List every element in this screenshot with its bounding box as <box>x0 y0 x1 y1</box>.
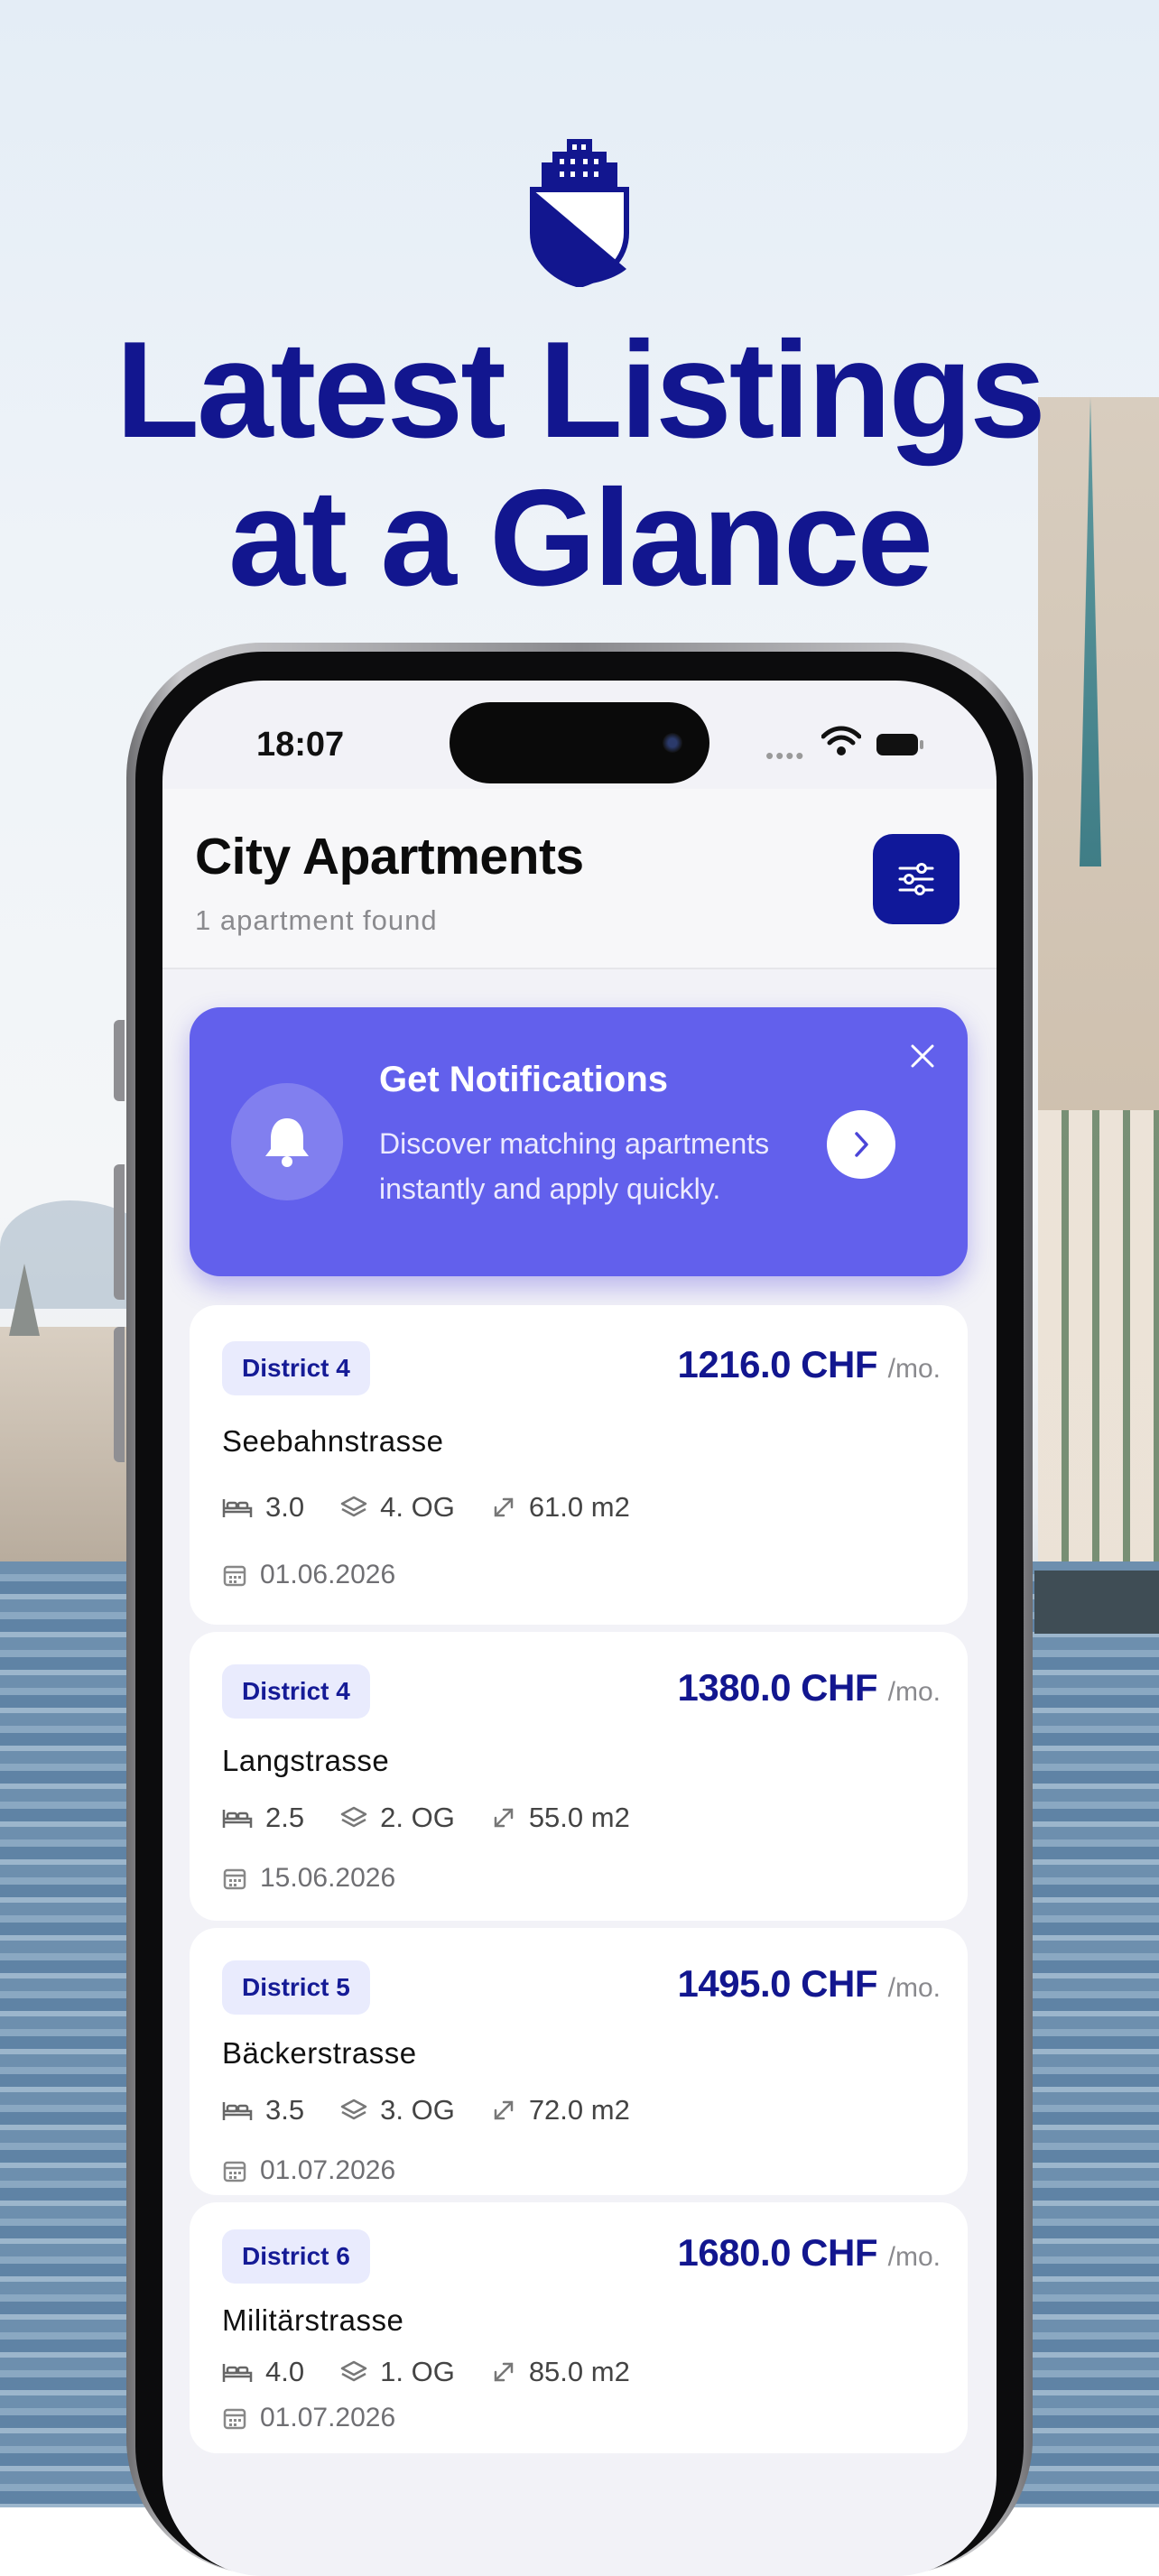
phone-screen: 18:07 •••• City Apartments 1 apartment f… <box>162 681 997 2576</box>
banner-title: Get Notifications <box>379 1060 669 1099</box>
listing-price: 1680.0 CHF <box>677 2231 878 2274</box>
district-badge: District 5 <box>222 1960 370 2015</box>
listing-date: 01.06.2026 <box>222 1560 395 1590</box>
expand-arrow-icon <box>494 2362 514 2382</box>
listing-price: 1380.0 CHF <box>677 1666 878 1709</box>
layers-icon <box>340 2360 367 2382</box>
calendar-icon <box>223 1565 246 1587</box>
headline-line-1: Latest Listings <box>116 313 1046 467</box>
listing-rooms: 3.5 <box>265 2094 305 2126</box>
listing-meta: 4.0 1. OG 85.0 m2 <box>222 2356 666 2388</box>
expand-arrow-icon <box>494 1808 514 1828</box>
listing-date-value: 01.07.2026 <box>260 2403 396 2432</box>
listing-area: 55.0 m2 <box>528 1802 630 1833</box>
listing-card[interactable]: District 4 1380.0 CHF /mo. Langstrasse 2… <box>190 1632 968 1921</box>
price-period: /mo. <box>887 2242 941 2272</box>
listing-card[interactable]: District 6 1680.0 CHF /mo. Militärstrass… <box>190 2202 968 2453</box>
building-shield-icon <box>530 139 629 287</box>
cellular-signal-icon: •••• <box>765 742 806 769</box>
dynamic-island <box>450 702 709 783</box>
listing-street: Bäckerstrasse <box>222 2036 417 2070</box>
page-title: City Apartments <box>195 828 584 885</box>
listing-floor: 4. OG <box>380 1491 455 1523</box>
listing-price: 1495.0 CHF <box>677 1962 878 2005</box>
silent-switch <box>114 1020 125 1101</box>
listing-area: 85.0 m2 <box>528 2356 630 2387</box>
listing-date-value: 01.06.2026 <box>260 1560 396 1589</box>
battery-icon <box>876 734 923 755</box>
listing-card[interactable]: District 4 1216.0 CHF /mo. Seebahnstrass… <box>190 1305 968 1625</box>
bed-icon <box>222 2364 253 2382</box>
listing-price: 1216.0 CHF <box>677 1343 878 1385</box>
expand-arrow-icon <box>494 1497 514 1517</box>
listing-meta: 2.5 2. OG 55.0 m2 <box>222 1802 666 1834</box>
bell-icon-wrap <box>231 1083 343 1200</box>
listing-card[interactable]: District 5 1495.0 CHF /mo. Bäckerstrasse… <box>190 1928 968 2195</box>
calendar-icon <box>223 2161 246 2182</box>
headline-line-2: at a Glance <box>227 461 933 615</box>
bed-icon <box>222 2102 253 2120</box>
sliders-icon <box>898 863 934 895</box>
district-badge: District 6 <box>222 2229 370 2284</box>
calendar-icon <box>223 2408 246 2430</box>
bed-icon <box>222 1810 253 1828</box>
layers-icon <box>340 2099 367 2120</box>
listing-date: 15.06.2026 <box>222 1863 395 1894</box>
filter-button[interactable] <box>873 834 960 924</box>
listing-floor: 3. OG <box>380 2094 455 2126</box>
layers-icon <box>340 1806 367 1828</box>
district-badge: District 4 <box>222 1341 370 1395</box>
price-period: /mo. <box>887 1973 941 2003</box>
bed-icon <box>222 1499 253 1517</box>
status-bar: 18:07 •••• <box>162 681 997 783</box>
listing-street: Seebahnstrasse <box>222 1424 444 1458</box>
listing-meta: 3.0 4. OG 61.0 m2 <box>222 1491 666 1524</box>
listing-street: Langstrasse <box>222 1744 390 1777</box>
listing-area: 61.0 m2 <box>528 1491 630 1523</box>
listing-date: 01.07.2026 <box>222 2403 395 2433</box>
listing-meta: 3.5 3. OG 72.0 m2 <box>222 2094 666 2127</box>
chevron-right-icon <box>855 1132 868 1157</box>
listing-date-value: 15.06.2026 <box>260 1863 396 1893</box>
layers-icon <box>340 1496 367 1517</box>
listing-rooms: 4.0 <box>265 2356 305 2387</box>
price-period: /mo. <box>887 1354 941 1384</box>
listing-date: 01.07.2026 <box>222 2155 395 2186</box>
volume-down-button <box>114 1327 125 1462</box>
listing-rooms: 3.0 <box>265 1491 305 1523</box>
wifi-icon <box>821 726 861 755</box>
close-icon[interactable] <box>910 1043 935 1069</box>
headline: Latest Listings at a Glance <box>0 316 1159 612</box>
listing-floor: 1. OG <box>380 2356 455 2387</box>
listing-area: 72.0 m2 <box>528 2094 630 2126</box>
app-header: City Apartments 1 apartment found <box>162 789 997 969</box>
status-time: 18:07 <box>256 726 345 764</box>
price-period: /mo. <box>887 1677 941 1707</box>
notifications-banner[interactable]: Get Notifications Discover matching apar… <box>190 1007 968 1276</box>
volume-up-button <box>114 1164 125 1300</box>
district-badge: District 4 <box>222 1664 370 1719</box>
expand-arrow-icon <box>494 2100 514 2120</box>
banner-text: Discover matching apartments instantly a… <box>379 1127 770 1205</box>
calendar-icon <box>223 1868 246 1890</box>
banner-go-button[interactable] <box>827 1110 895 1179</box>
listing-street: Militärstrasse <box>222 2303 404 2337</box>
listing-rooms: 2.5 <box>265 1802 305 1833</box>
results-count: 1 apartment found <box>195 904 438 936</box>
listing-floor: 2. OG <box>380 1802 455 1833</box>
bell-icon <box>265 1118 309 1167</box>
listing-date-value: 01.07.2026 <box>260 2155 396 2185</box>
